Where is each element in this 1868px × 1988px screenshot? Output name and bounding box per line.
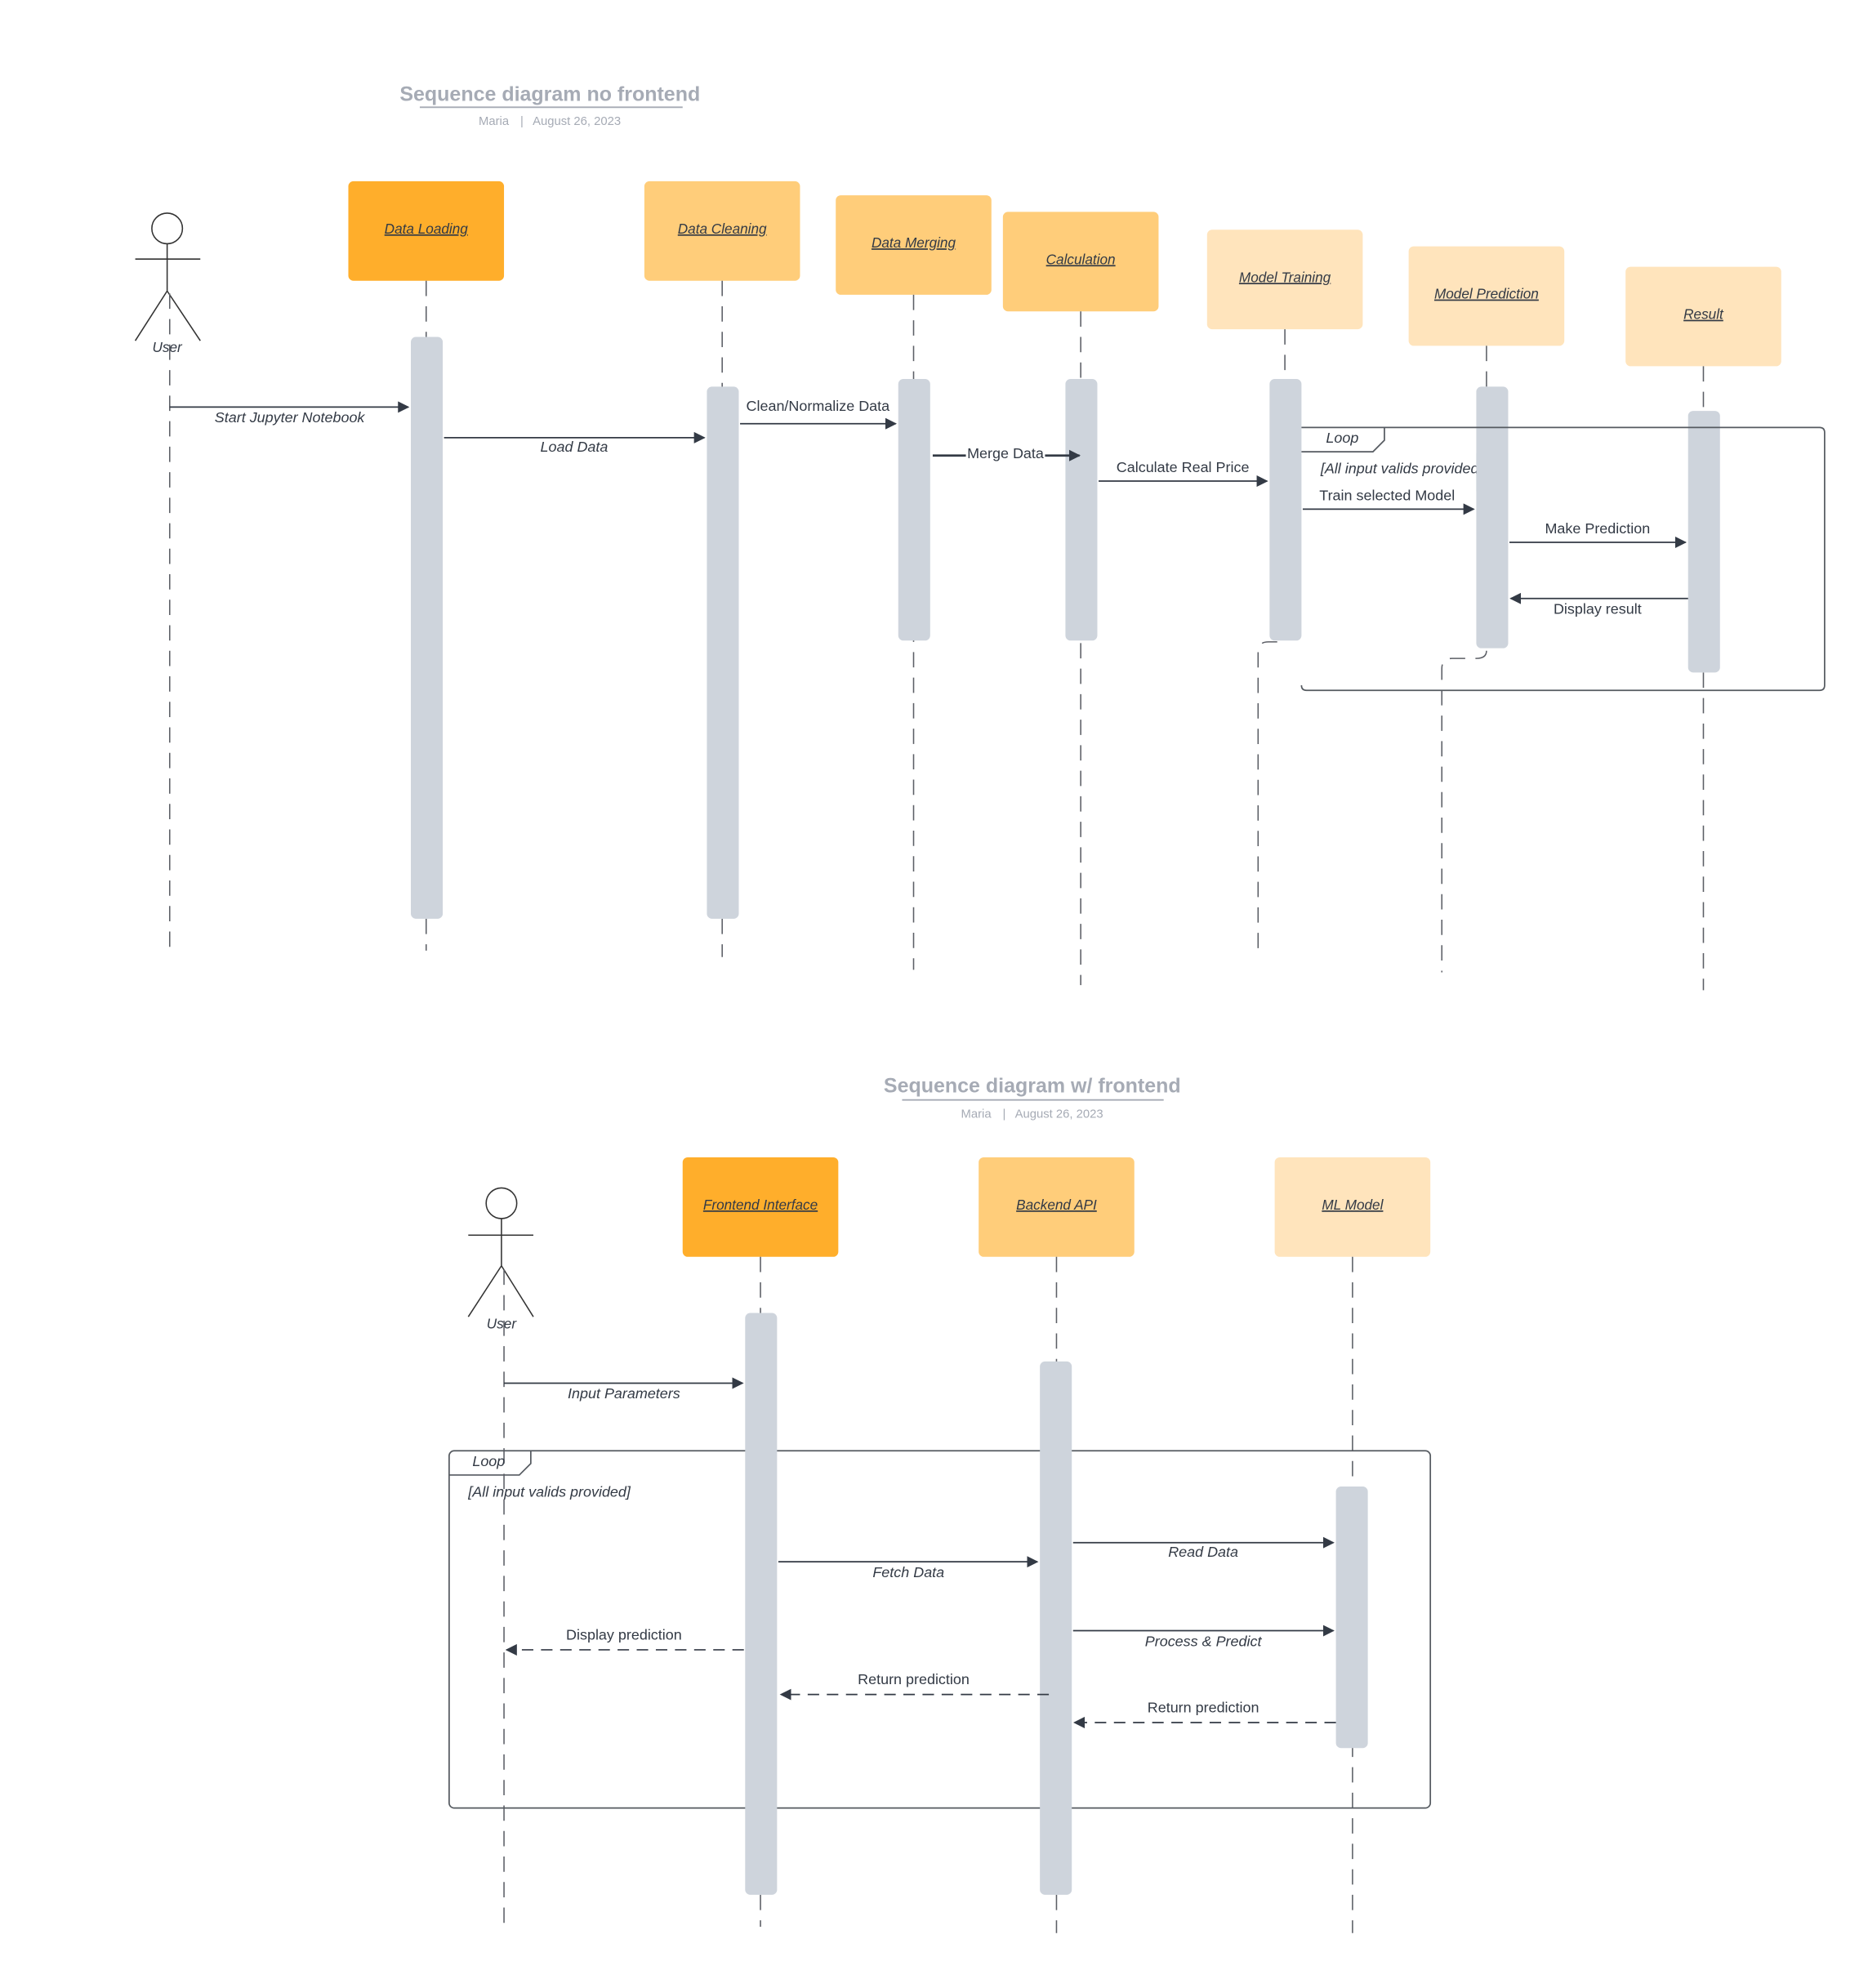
activation-bar bbox=[745, 1313, 778, 1895]
actor-head-icon bbox=[485, 1187, 518, 1219]
lifeline-model-prediction-bottom bbox=[1441, 650, 1487, 973]
separator: | bbox=[520, 115, 524, 128]
actor-leg-right bbox=[501, 1265, 534, 1317]
actor-leg-left bbox=[467, 1265, 502, 1317]
message-label: Calculate Real Price bbox=[1117, 459, 1250, 475]
participant-data-loading[interactable]: Data Loading bbox=[348, 181, 505, 281]
message: Start Jupyter Notebook bbox=[169, 401, 410, 426]
actor-head-icon bbox=[151, 212, 184, 245]
actor-label: User bbox=[487, 1315, 518, 1331]
message: Return prediction bbox=[1072, 1699, 1336, 1729]
actor-leg-right bbox=[166, 290, 201, 341]
diagram-title: Sequence diagram w/ frontend bbox=[884, 1074, 1181, 1097]
author: Maria bbox=[479, 115, 510, 128]
activation-bar bbox=[1269, 379, 1302, 641]
lifeline-model-training-bottom bbox=[1257, 641, 1277, 955]
participant-frontend-interface[interactable]: Frontend Interface bbox=[682, 1157, 839, 1257]
participant-label: Model Training bbox=[1239, 269, 1331, 285]
loop-guard: [All input valids provided] bbox=[1320, 461, 1484, 477]
participant-label: Model Prediction bbox=[1434, 286, 1539, 302]
message: Load Data bbox=[444, 431, 706, 455]
participant-model-training[interactable]: Model Training bbox=[1206, 230, 1363, 330]
activation-bar bbox=[707, 386, 739, 919]
actor-user[interactable]: User bbox=[467, 1187, 534, 1331]
diagram-no-frontend: Sequence diagram no frontend Maria | Aug… bbox=[134, 82, 1826, 991]
message: Process & Predict bbox=[1072, 1625, 1335, 1649]
message: Train selected Model bbox=[1302, 487, 1475, 515]
date: August 26, 2023 bbox=[533, 115, 621, 128]
author: Maria bbox=[961, 1108, 992, 1121]
participant-data-merging[interactable]: Data Merging bbox=[836, 195, 992, 295]
message-label: Display prediction bbox=[566, 1626, 682, 1643]
message-label: Start Jupyter Notebook bbox=[215, 409, 366, 426]
participant-ml-model[interactable]: ML Model bbox=[1274, 1157, 1431, 1257]
message-label: Load Data bbox=[541, 439, 609, 455]
diagram-with-frontend: Sequence diagram w/ frontend Maria | Aug… bbox=[448, 1074, 1432, 1933]
separator: | bbox=[1002, 1108, 1005, 1121]
activation-bar bbox=[411, 337, 444, 919]
participant-model-prediction[interactable]: Model Prediction bbox=[1408, 246, 1565, 346]
message-label: Fetch Data bbox=[872, 1564, 944, 1580]
participant-label: Data Loading bbox=[385, 221, 469, 237]
date: August 26, 2023 bbox=[1015, 1108, 1103, 1121]
participant-data-cleaning[interactable]: Data Cleaning bbox=[644, 181, 800, 281]
message-label: Process & Predict bbox=[1145, 1633, 1263, 1649]
canvas: Sequence diagram no frontend Maria | Aug… bbox=[134, 82, 1826, 1933]
participant-label: Frontend Interface bbox=[703, 1197, 818, 1213]
activation-bar-overlay bbox=[1476, 452, 1509, 492]
actor-user[interactable]: User bbox=[134, 212, 201, 355]
diagram-title: Sequence diagram no frontend bbox=[399, 82, 700, 105]
message-label: Display result bbox=[1554, 600, 1642, 617]
participant-backend-api[interactable]: Backend API bbox=[979, 1157, 1135, 1257]
loop-frame: Loop [All input valids provided] bbox=[1300, 426, 1826, 692]
participant-label: Data Cleaning bbox=[678, 221, 767, 237]
participant-calculation[interactable]: Calculation bbox=[1002, 212, 1159, 312]
message: Fetch Data bbox=[778, 1556, 1039, 1580]
loop-label: Loop bbox=[472, 1453, 505, 1469]
message-label: Input Parameters bbox=[568, 1385, 680, 1402]
message: Display result bbox=[1509, 592, 1688, 617]
message: Calculate Real Price bbox=[1099, 459, 1268, 488]
participant-result[interactable]: Result bbox=[1625, 266, 1781, 367]
participant-label: ML Model bbox=[1322, 1197, 1384, 1213]
message: Make Prediction bbox=[1509, 520, 1687, 549]
loop-label: Loop bbox=[1326, 430, 1358, 446]
participant-label: Backend API bbox=[1016, 1197, 1097, 1213]
actor-leg-left bbox=[134, 290, 168, 341]
message-label: Merge Data bbox=[967, 445, 1044, 461]
activation-bar bbox=[898, 379, 930, 641]
actor-label: User bbox=[153, 339, 184, 355]
activation-bar bbox=[1687, 411, 1720, 673]
message: Return prediction bbox=[779, 1671, 1050, 1700]
message: Merge Data bbox=[932, 445, 1081, 461]
message-label: Read Data bbox=[1168, 1544, 1238, 1560]
message: Display prediction bbox=[505, 1626, 744, 1656]
activation-bar bbox=[1476, 386, 1509, 649]
participant-label: Result bbox=[1683, 306, 1724, 323]
message-label: Return prediction bbox=[1148, 1699, 1259, 1715]
activation-bar bbox=[1040, 1361, 1072, 1895]
message-label: Clean/Normalize Data bbox=[747, 398, 890, 414]
participant-label: Calculation bbox=[1046, 251, 1116, 267]
activation-bar bbox=[1335, 1486, 1368, 1749]
message: Clean/Normalize Data bbox=[740, 398, 898, 430]
loop-guard: [All input valids provided] bbox=[467, 1483, 631, 1500]
message-label: Train selected Model bbox=[1319, 487, 1455, 503]
message: Input Parameters bbox=[504, 1377, 744, 1402]
participant-label: Data Merging bbox=[872, 234, 956, 251]
message-label: Return prediction bbox=[858, 1671, 970, 1687]
message-label: Make Prediction bbox=[1545, 520, 1650, 537]
message: Read Data bbox=[1072, 1536, 1335, 1560]
activation-bar bbox=[1065, 379, 1098, 641]
